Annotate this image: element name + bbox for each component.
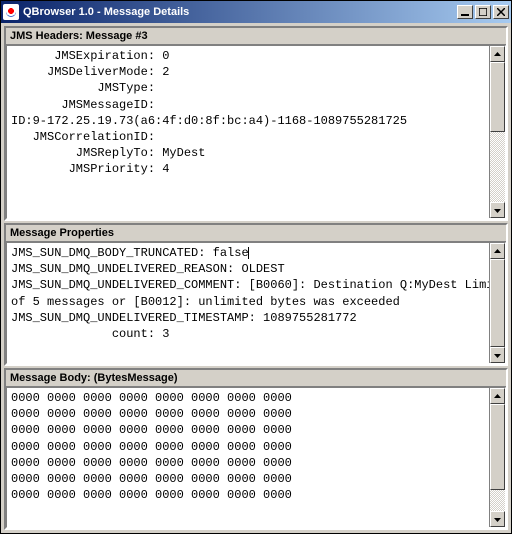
maximize-icon [479, 8, 487, 16]
message-body-title: Message Body: (BytesMessage) [6, 370, 506, 387]
jms-headers-text[interactable]: JMSExpiration: 0 JMSDeliverMode: 2 JMSTy… [7, 46, 489, 218]
scroll-down-button[interactable] [490, 511, 505, 527]
properties-scrollbar[interactable] [489, 243, 505, 363]
scroll-track[interactable] [490, 404, 505, 511]
text-caret [248, 247, 249, 259]
chevron-up-icon [494, 248, 501, 255]
close-button[interactable] [493, 5, 509, 19]
scroll-track[interactable] [490, 259, 505, 347]
chevron-up-icon [494, 393, 501, 400]
scroll-thumb[interactable] [490, 62, 505, 132]
jms-headers-panel: JMS Headers: Message #3 JMSExpiration: 0… [4, 26, 508, 221]
scroll-thumb[interactable] [490, 404, 505, 490]
minimize-icon [461, 8, 469, 16]
headers-scrollbar[interactable] [489, 46, 505, 218]
jms-headers-title: JMS Headers: Message #3 [6, 28, 506, 45]
chevron-down-icon [494, 352, 501, 359]
window-title: QBrowser 1.0 - Message Details [23, 6, 457, 18]
jms-headers-body: JMSExpiration: 0 JMSDeliverMode: 2 JMSTy… [6, 45, 506, 219]
body-scrollbar[interactable] [489, 388, 505, 527]
chevron-down-icon [494, 207, 501, 214]
message-body-body: 0000 0000 0000 0000 0000 0000 0000 0000 … [6, 387, 506, 528]
chevron-up-icon [494, 51, 501, 58]
scroll-up-button[interactable] [490, 243, 505, 259]
scroll-up-button[interactable] [490, 388, 505, 404]
titlebar[interactable]: QBrowser 1.0 - Message Details [1, 1, 511, 23]
scroll-track[interactable] [490, 62, 505, 202]
scroll-down-button[interactable] [490, 347, 505, 363]
message-properties-text[interactable]: JMS_SUN_DMQ_BODY_TRUNCATED: false JMS_SU… [7, 243, 489, 363]
scroll-thumb[interactable] [490, 259, 505, 347]
java-icon [3, 4, 19, 20]
scroll-down-button[interactable] [490, 202, 505, 218]
message-properties-panel: Message Properties JMS_SUN_DMQ_BODY_TRUN… [4, 223, 508, 366]
scroll-up-button[interactable] [490, 46, 505, 62]
app-window: QBrowser 1.0 - Message Details JMS Heade… [0, 0, 512, 534]
content-area: JMS Headers: Message #3 JMSExpiration: 0… [1, 23, 511, 533]
maximize-button[interactable] [475, 5, 491, 19]
message-properties-title: Message Properties [6, 225, 506, 242]
window-buttons [457, 5, 509, 19]
message-body-panel: Message Body: (BytesMessage) 0000 0000 0… [4, 368, 508, 530]
minimize-button[interactable] [457, 5, 473, 19]
chevron-down-icon [494, 516, 501, 523]
message-properties-body: JMS_SUN_DMQ_BODY_TRUNCATED: false JMS_SU… [6, 242, 506, 364]
message-body-text[interactable]: 0000 0000 0000 0000 0000 0000 0000 0000 … [7, 388, 489, 527]
close-icon [497, 8, 505, 16]
